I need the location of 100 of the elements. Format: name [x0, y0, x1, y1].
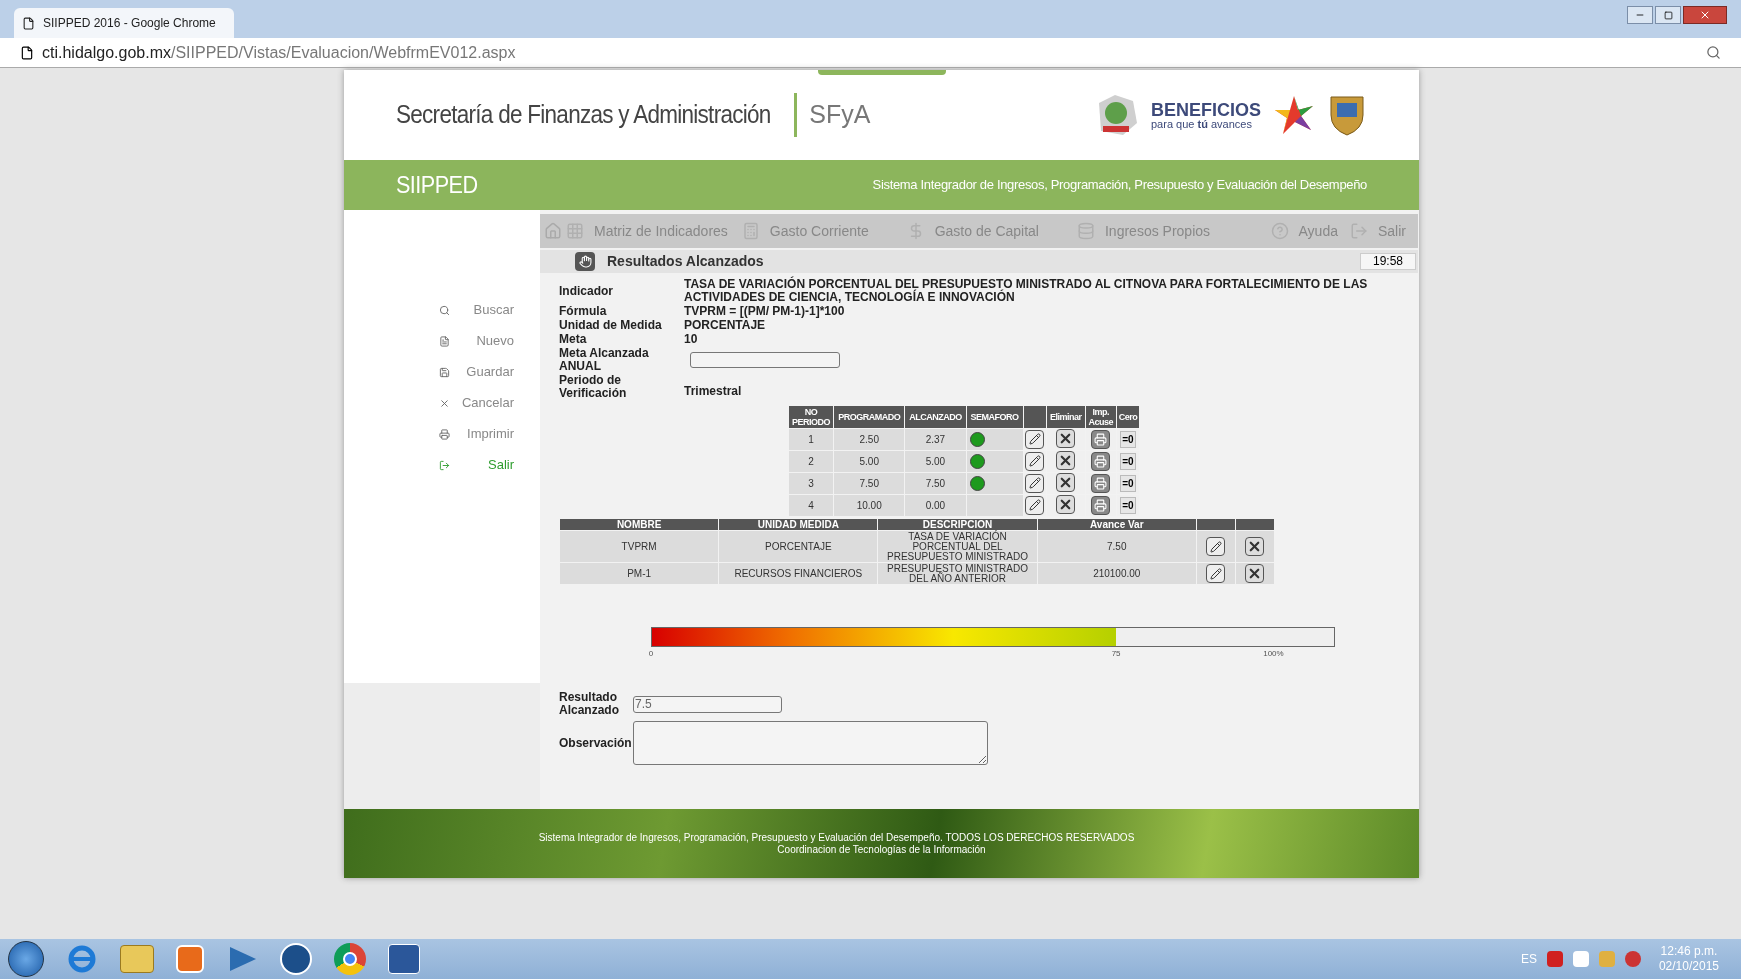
printer-icon[interactable]	[1091, 451, 1111, 471]
sidebar-item[interactable]: Buscar	[439, 300, 514, 320]
zero-button[interactable]: =0	[1120, 431, 1136, 448]
delete-icon[interactable]	[1056, 429, 1076, 448]
field-label: Periodo de Verificación	[559, 374, 628, 400]
delete-icon[interactable]	[1245, 537, 1265, 556]
sidebar-item[interactable]: Cancelar	[439, 393, 514, 413]
table-cell-text: 0.00	[924, 499, 947, 513]
table-cell-text: 210100.00	[1092, 566, 1142, 581]
delete-icon[interactable]	[1245, 564, 1265, 583]
start-button[interactable]	[8, 941, 44, 977]
sidebar-icon	[439, 459, 450, 471]
menu-item[interactable]: Salir	[1350, 220, 1406, 242]
sidebar-item[interactable]: Nuevo	[439, 331, 514, 351]
printer-icon[interactable]	[1091, 495, 1111, 515]
menu-icon	[1076, 222, 1095, 240]
field-label: Unidad de Medida	[559, 319, 663, 332]
field-value: Trimestral	[684, 385, 743, 398]
gauge-tick-label: 100%	[1263, 648, 1284, 660]
table-cell-text: 2.37	[924, 433, 947, 447]
field-label: Meta Alcanzada ANUAL	[559, 347, 650, 373]
language-indicator[interactable]: ES	[1520, 950, 1537, 968]
column-header: PROGRAMADO	[837, 411, 902, 424]
edit-icon[interactable]	[1206, 537, 1226, 556]
tray-icon[interactable]	[1546, 951, 1563, 967]
edit-icon[interactable]	[1025, 495, 1045, 515]
clock-badge: 19:58	[1359, 253, 1416, 270]
circle-logo-icon[interactable]	[280, 943, 312, 975]
menu-icon	[741, 222, 760, 240]
gauge-tick-label: 0	[648, 648, 654, 660]
column-header: ALCANZADO	[908, 411, 963, 424]
sidebar-item[interactable]: Salir	[439, 455, 514, 475]
sidebar-icon	[439, 304, 450, 316]
menu-item[interactable]: Ayuda	[1270, 220, 1338, 242]
table-cell-text: 5.00	[924, 455, 947, 469]
table-cell-text: PM-1	[626, 566, 653, 581]
table-cell-text: 1	[807, 433, 815, 447]
table-cell-text: TASA DE VARIACIÓN PORCENTUAL DEL PRESUPUESTO MINISTRADO	[886, 531, 1029, 562]
menu-item[interactable]: Matriz de Indicadores	[566, 220, 728, 242]
table-cell-text: RECURSOS FINANCIEROS	[733, 566, 864, 581]
field-value: 10	[684, 333, 699, 346]
address-bar[interactable]: cti.hidalgo.gob.mx/SIIPPED/Vistas/Evaluacion/WebfrmEV012.aspx	[0, 38, 1741, 68]
edit-icon[interactable]	[1025, 473, 1045, 493]
chrome-logo-icon[interactable]	[334, 943, 366, 975]
result-input[interactable]: 7.5	[633, 695, 782, 713]
table-cell-text: 7.50	[1106, 539, 1128, 554]
column-header: NOMBRE	[615, 519, 663, 530]
sidebar-item[interactable]: Guardar	[439, 362, 514, 382]
field-label: Indicador	[559, 284, 614, 298]
delete-icon[interactable]	[1056, 495, 1076, 514]
edit-icon[interactable]	[1206, 564, 1226, 583]
zero-button[interactable]: =0	[1120, 497, 1136, 514]
media-player-icon[interactable]	[176, 945, 204, 973]
table-cell-text: 2	[807, 455, 815, 469]
menu-icon	[1270, 222, 1289, 240]
sidebar-item[interactable]: Imprimir	[439, 424, 514, 444]
printer-icon[interactable]	[1091, 473, 1111, 493]
table-cell-text: 4	[807, 499, 815, 513]
brand-title: BENEFICIOS	[1151, 100, 1261, 119]
column-header: UNIDAD MEDIDA	[756, 519, 840, 530]
browser-tab[interactable]: SIIPPED 2016 - Google Chrome	[14, 8, 234, 38]
star-logo-icon	[1273, 94, 1315, 136]
zero-button[interactable]: =0	[1120, 453, 1136, 470]
maximize-icon[interactable]	[1655, 6, 1681, 24]
observation-field[interactable]	[633, 721, 988, 765]
section-title: Resultados Alcanzados	[607, 252, 764, 271]
agency-title: Secretaría de Finanzas y Administración	[396, 99, 771, 131]
page-icon	[22, 16, 35, 30]
hand-icon	[575, 252, 595, 271]
edit-icon[interactable]	[1025, 451, 1045, 471]
edit-icon[interactable]	[1025, 429, 1045, 449]
field-value: TVPRM = [(PM/ PM-1)-1]*100	[684, 305, 846, 318]
column-header: NO PERIODO	[791, 406, 832, 428]
search-icon[interactable]	[1706, 45, 1721, 60]
delete-icon[interactable]	[1056, 473, 1076, 492]
menu-icon	[566, 222, 584, 240]
column-header: Eliminar	[1049, 411, 1083, 424]
sidebar-icon	[439, 366, 450, 378]
column-header: DESCRIPCION	[921, 519, 994, 530]
table-cell-text: 7.50	[924, 477, 947, 491]
coat-of-arms-icon	[1327, 93, 1367, 137]
field-label: Resultado Alcanzado	[559, 691, 620, 717]
brand-slogan: para que tú avances	[1151, 118, 1253, 130]
footer-text: Sistema Integrador de Ingresos, Programación, Presupuesto y Evaluación del Desempeño. TODOS LOS DERECHOS RESERVADOS	[538, 831, 1135, 844]
minimize-icon[interactable]	[1627, 6, 1653, 24]
printer-icon[interactable]	[1091, 429, 1111, 449]
menu-item[interactable]: Gasto de Capital	[906, 220, 1039, 242]
clock-date: 02/10/2015	[1658, 959, 1719, 974]
column-header: Imp. Acuse	[1087, 406, 1115, 428]
menu-icon	[1350, 222, 1368, 240]
sidebar-icon	[439, 397, 450, 409]
speaker-icon[interactable]	[1624, 951, 1641, 967]
menu-item[interactable]: Gasto Corriente	[741, 220, 869, 242]
table-cell-text: 7.50	[858, 477, 880, 491]
gauge-tick-label: 75	[1111, 648, 1121, 660]
word-icon[interactable]	[388, 944, 420, 974]
menu-item[interactable]: Ingresos Propios	[1076, 220, 1211, 242]
zero-button[interactable]: =0	[1120, 475, 1136, 492]
meta-input[interactable]	[690, 352, 840, 368]
delete-icon[interactable]	[1056, 451, 1076, 470]
